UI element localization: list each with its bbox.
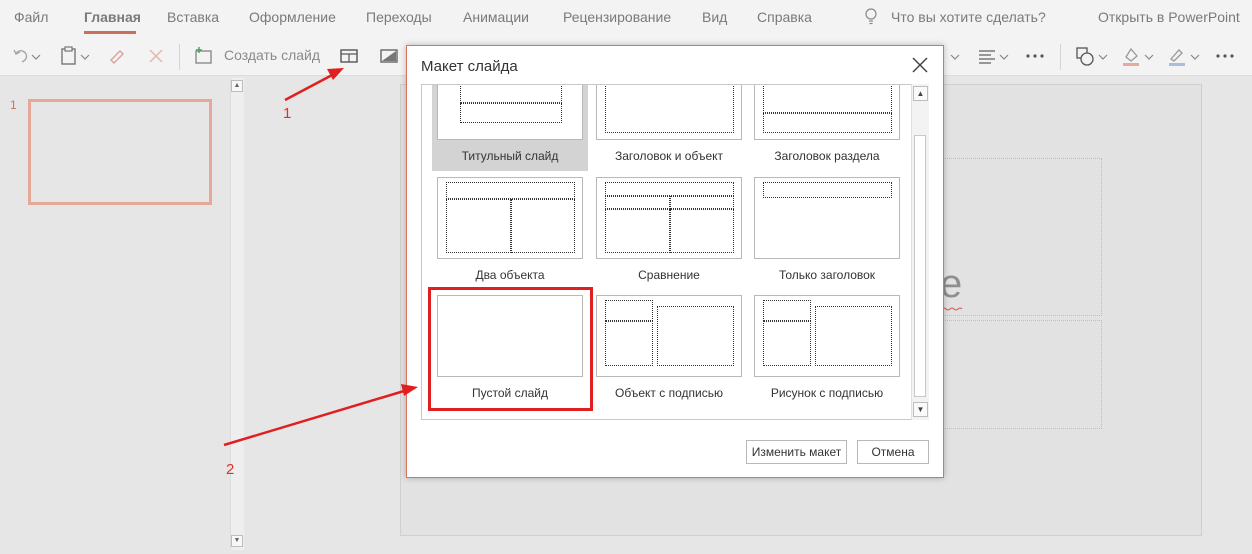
layout-content-caption[interactable]: Объект с подписью bbox=[591, 295, 747, 408]
layout-preview bbox=[754, 85, 900, 140]
layout-label: Объект с подписью bbox=[615, 386, 723, 400]
layout-comparison[interactable]: Сравнение bbox=[591, 177, 747, 290]
tab-home[interactable]: Главная bbox=[84, 9, 141, 25]
layout-placeholder bbox=[511, 199, 575, 253]
layout-preview bbox=[596, 177, 742, 259]
slide-thumbnail[interactable] bbox=[28, 99, 212, 205]
shape-fill-icon[interactable] bbox=[1120, 45, 1142, 67]
change-layout-button[interactable]: Изменить макет bbox=[746, 440, 847, 464]
layout-placeholder bbox=[763, 300, 811, 321]
tab-animations[interactable]: Анимации bbox=[463, 9, 529, 25]
more-options-icon[interactable] bbox=[1214, 45, 1236, 67]
layout-two-content[interactable]: Два объекта bbox=[432, 177, 588, 290]
scroll-down-icon[interactable]: ▼ bbox=[913, 402, 928, 417]
undo-icon[interactable] bbox=[10, 45, 32, 67]
layout-placeholder bbox=[763, 321, 811, 366]
gallery-scroll-thumb[interactable] bbox=[914, 135, 926, 397]
ribbon-tabs: Файл Главная Вставка Оформление Переходы… bbox=[0, 0, 1252, 36]
layout-title-slide[interactable]: Титульный слайд bbox=[432, 85, 588, 171]
layout-placeholder bbox=[605, 209, 670, 253]
chevron-down-icon[interactable] bbox=[1143, 45, 1155, 67]
layout-placeholder bbox=[460, 103, 562, 123]
layout-picture-caption[interactable]: Рисунок с подписью bbox=[749, 295, 905, 408]
slide-background-icon[interactable] bbox=[378, 45, 400, 67]
scroll-up-icon[interactable]: ▲ bbox=[913, 86, 928, 101]
align-text-icon[interactable] bbox=[977, 45, 999, 67]
layout-placeholder bbox=[605, 321, 653, 366]
layout-label: Рисунок с подписью bbox=[770, 386, 884, 400]
spellcheck-underline bbox=[942, 307, 963, 311]
shape-outline-icon[interactable] bbox=[1166, 45, 1188, 67]
layout-label: Титульный слайд bbox=[461, 149, 559, 163]
layout-placeholder bbox=[763, 85, 892, 113]
layout-label: Два объекта bbox=[475, 268, 545, 282]
layout-placeholder bbox=[605, 85, 734, 133]
more-options-icon[interactable] bbox=[1024, 45, 1046, 67]
chevron-down-icon[interactable] bbox=[79, 45, 91, 67]
tab-insert[interactable]: Вставка bbox=[167, 9, 219, 25]
layout-label: Заголовок и объект bbox=[615, 149, 723, 163]
layout-placeholder bbox=[605, 182, 734, 196]
layout-label: Сравнение bbox=[638, 268, 700, 282]
layout-placeholder bbox=[657, 306, 734, 366]
layout-placeholder bbox=[446, 182, 575, 199]
layout-preview bbox=[754, 295, 900, 377]
layout-placeholder bbox=[605, 300, 653, 321]
layout-preview bbox=[437, 177, 583, 259]
layout-title-content[interactable]: Заголовок и объект bbox=[591, 85, 747, 171]
layout-label: Только заголовок bbox=[778, 268, 876, 282]
tab-design[interactable]: Оформление bbox=[249, 9, 336, 25]
layout-section-header[interactable]: Заголовок раздела bbox=[749, 85, 905, 171]
cancel-button[interactable]: Отмена bbox=[857, 440, 929, 464]
tell-me-search[interactable]: Что вы хотите сделать? bbox=[891, 9, 1046, 25]
tab-transitions[interactable]: Переходы bbox=[366, 9, 432, 25]
lightbulb-icon bbox=[865, 8, 877, 25]
layout-preview bbox=[754, 177, 900, 259]
scroll-up-icon[interactable]: ▲ bbox=[231, 80, 243, 92]
scroll-down-icon[interactable]: ▼ bbox=[231, 535, 243, 547]
annotation-step-2: 2 bbox=[226, 461, 235, 478]
layout-placeholder bbox=[670, 209, 734, 253]
tab-help[interactable]: Справка bbox=[757, 9, 812, 25]
annotation-highlight-box bbox=[428, 287, 593, 411]
slide-number: 1 bbox=[10, 98, 17, 112]
toolbar-separator bbox=[179, 44, 180, 70]
layout-placeholder bbox=[763, 113, 892, 133]
dialog-title: Макет слайда bbox=[421, 58, 518, 75]
title-placeholder[interactable] bbox=[940, 158, 1102, 316]
layout-placeholder bbox=[670, 196, 734, 209]
tab-file[interactable]: Файл bbox=[14, 9, 48, 25]
new-slide-button[interactable]: Создать слайд bbox=[224, 47, 320, 63]
layout-placeholder bbox=[605, 196, 670, 209]
layout-preview bbox=[596, 85, 742, 140]
chevron-down-icon[interactable] bbox=[30, 45, 42, 67]
layout-placeholder bbox=[763, 182, 892, 198]
open-in-powerpoint-link[interactable]: Открыть в PowerPoint bbox=[1098, 9, 1240, 25]
chevron-down-icon[interactable] bbox=[998, 45, 1010, 67]
format-painter-icon[interactable] bbox=[106, 45, 128, 67]
shapes-icon[interactable] bbox=[1074, 45, 1096, 67]
chevron-down-icon[interactable] bbox=[1189, 45, 1201, 67]
clipboard-icon[interactable] bbox=[58, 45, 80, 67]
slide-layout-icon[interactable] bbox=[338, 45, 360, 67]
thumbnail-scrollbar[interactable]: ▲ ▼ bbox=[230, 78, 244, 550]
new-slide-icon[interactable] bbox=[193, 45, 215, 67]
close-icon[interactable] bbox=[911, 56, 929, 74]
layout-title-only[interactable]: Только заголовок bbox=[749, 177, 905, 290]
active-tab-indicator bbox=[84, 31, 136, 34]
subtitle-placeholder[interactable] bbox=[940, 320, 1102, 429]
chevron-down-icon[interactable] bbox=[1097, 45, 1109, 67]
layout-placeholder bbox=[446, 199, 511, 253]
layout-placeholder bbox=[815, 306, 892, 366]
delete-icon[interactable] bbox=[145, 45, 167, 67]
layout-preview bbox=[437, 85, 583, 140]
chevron-down-icon[interactable] bbox=[948, 45, 962, 67]
toolbar-separator bbox=[1060, 44, 1061, 70]
layout-label: Заголовок раздела bbox=[774, 149, 880, 163]
layout-placeholder bbox=[460, 85, 562, 103]
tab-review[interactable]: Рецензирование bbox=[563, 9, 671, 25]
tab-view[interactable]: Вид bbox=[702, 9, 727, 25]
layout-preview bbox=[596, 295, 742, 377]
annotation-step-1: 1 bbox=[283, 105, 292, 122]
